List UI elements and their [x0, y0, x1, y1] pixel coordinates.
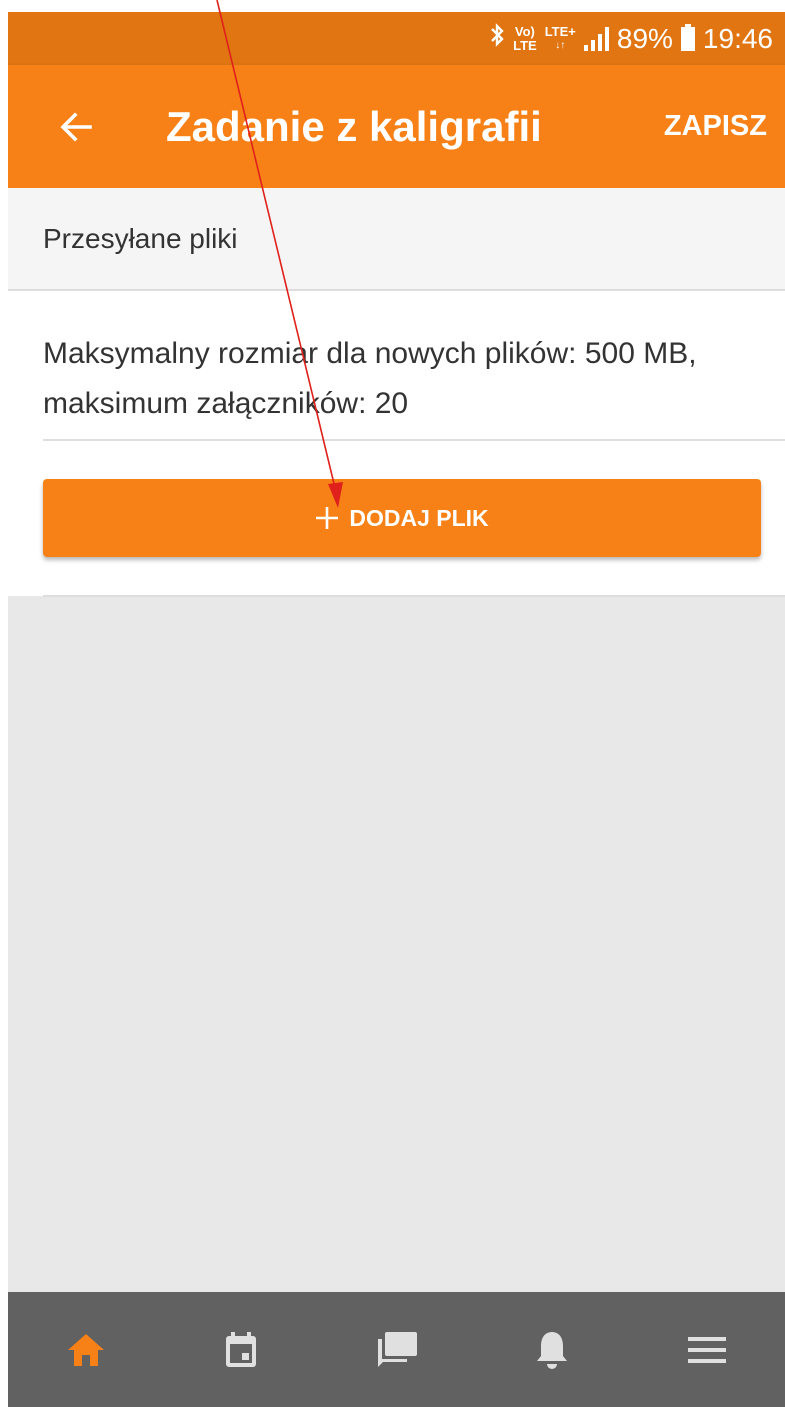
add-file-label: DODAJ PLIK: [349, 504, 489, 531]
bell-icon: [536, 1331, 567, 1369]
data-type-indicator: LTE+ ↓↑: [544, 23, 576, 51]
save-button[interactable]: ZAPISZ: [664, 65, 767, 188]
menu-icon: [688, 1336, 727, 1363]
nav-calendar[interactable]: [163, 1292, 318, 1407]
network-lte: LTE: [513, 37, 537, 53]
plus-icon: [316, 507, 339, 529]
divider: [43, 439, 785, 441]
battery-icon: [680, 23, 695, 51]
back-button[interactable]: [48, 99, 104, 155]
calendar-icon: [226, 1331, 257, 1367]
bottom-navigation: [8, 1292, 785, 1407]
arrow-left-icon: [60, 112, 92, 142]
nav-home[interactable]: [8, 1292, 163, 1407]
upload-panel: Maksymalny rozmiar dla nowych plików: 50…: [8, 291, 785, 597]
battery-percent: 89%: [616, 22, 673, 54]
network-volte: Vo): [514, 23, 535, 39]
bluetooth-icon: [489, 22, 505, 55]
nav-messages[interactable]: [319, 1292, 474, 1407]
section-header: Przesyłane pliki: [8, 188, 785, 291]
upload-limits-text: Maksymalny rozmiar dla nowych plików: 50…: [43, 337, 697, 420]
signal-icon: [583, 26, 609, 51]
page-title: Zadanie z kaligrafii: [166, 103, 542, 150]
clock: 19:46: [702, 22, 773, 54]
app-bar: Zadanie z kaligrafii ZAPISZ: [8, 65, 785, 188]
nav-menu[interactable]: [630, 1292, 785, 1407]
data-type-label: LTE+: [544, 23, 576, 39]
network-indicator: Vo) LTE: [513, 23, 537, 53]
section-title: Przesyłane pliki: [43, 223, 238, 254]
app-screen: Vo) LTE LTE+ ↓↑ 89% 19:46 Zadanie z kali…: [8, 12, 785, 1407]
status-bar: Vo) LTE LTE+ ↓↑ 89% 19:46: [8, 12, 785, 65]
messages-icon: [377, 1331, 417, 1367]
home-icon: [67, 1333, 104, 1366]
nav-notifications[interactable]: [474, 1292, 629, 1407]
add-file-button[interactable]: DODAJ PLIK: [43, 479, 761, 557]
divider: [43, 595, 785, 597]
